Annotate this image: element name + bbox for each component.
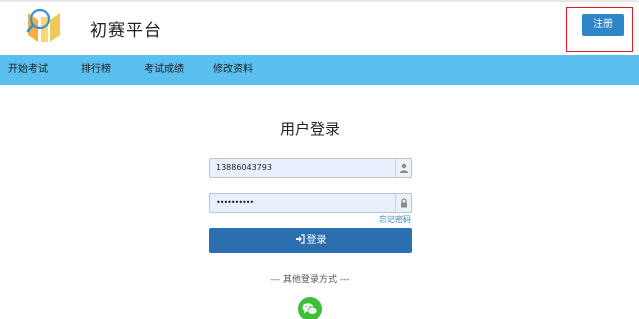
password-input[interactable] [210,194,394,212]
wechat-icon[interactable] [298,297,322,319]
other-login-label: --- 其他登录方式 --- [270,275,350,285]
login-button[interactable]: 登录 [209,228,412,253]
username-field [209,158,412,178]
header: 初赛平台 [0,2,639,52]
page: 初赛平台 注册 开始考试 排行榜 考试成绩 修改资料 用户登录 忘记密码 [0,0,639,319]
username-input[interactable] [210,159,394,177]
user-icon [395,159,411,177]
lock-icon [395,194,411,212]
forgot-password-link[interactable]: 忘记密码 [379,215,411,225]
login-button-label: 登录 [306,235,327,246]
login-button-content: 登录 [209,228,412,253]
register-button[interactable]: 注册 [582,14,624,36]
nav-item-edit-profile[interactable]: 修改资料 [213,55,253,85]
nav-item-exam-scores[interactable]: 考试成绩 [144,55,184,85]
nav-item-start-exam[interactable]: 开始考试 [8,55,48,85]
nav-bar: 开始考试 排行榜 考试成绩 修改资料 [0,55,639,85]
site-title: 初赛平台 [90,21,162,41]
book-logo-icon[interactable] [26,8,64,44]
login-title: 用户登录 [279,120,340,138]
nav-item-ranking[interactable]: 排行榜 [81,55,111,85]
password-field [209,193,412,213]
sign-in-icon [295,234,305,244]
